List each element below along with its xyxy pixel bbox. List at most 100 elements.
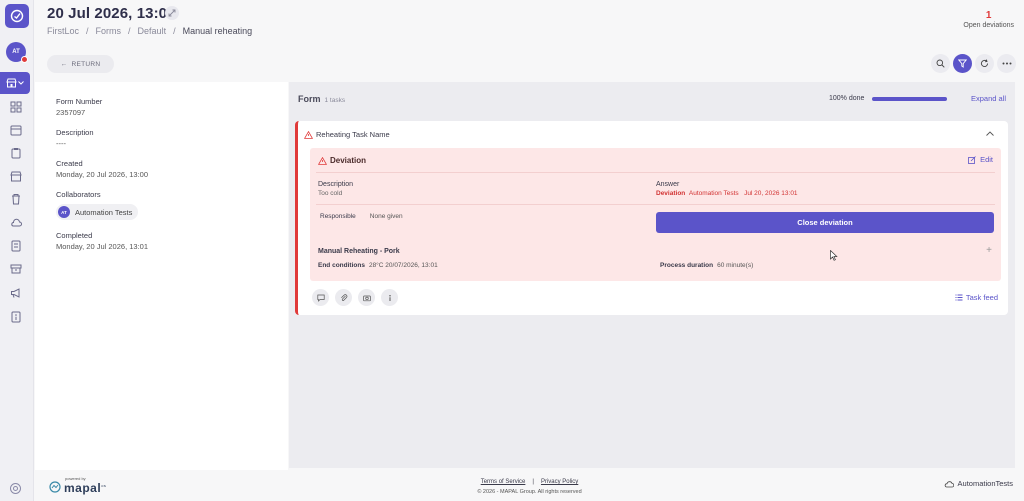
camera-icon bbox=[362, 295, 371, 301]
collaborator-chip[interactable]: AT Automation Tests bbox=[56, 204, 139, 220]
breadcrumb-item[interactable]: FirstLoc bbox=[47, 26, 79, 36]
open-deviations-counter[interactable]: 1 Open deviations bbox=[963, 10, 1014, 29]
close-deviation-button[interactable]: Close deviation bbox=[656, 212, 994, 233]
expand-icon[interactable] bbox=[165, 6, 179, 20]
form-header: Form 1 tasks bbox=[298, 94, 345, 104]
open-deviations-label: Open deviations bbox=[963, 22, 1014, 29]
store-icon[interactable] bbox=[9, 169, 23, 183]
report-icon[interactable] bbox=[9, 239, 23, 253]
form-title: Form bbox=[298, 94, 321, 104]
privacy-link[interactable]: Privacy Policy bbox=[541, 479, 578, 485]
copyright: © 2026 - MAPAL Group. All rights reserve… bbox=[477, 489, 582, 495]
dashboard-icon[interactable] bbox=[9, 100, 23, 114]
process-duration: Process duration 60 minute(s) bbox=[660, 262, 753, 269]
task-card: Reheating Task Name Deviation Edit Descr… bbox=[295, 121, 1008, 315]
edit-deviation-button[interactable]: Edit bbox=[968, 155, 993, 164]
sidebar: AT bbox=[0, 0, 34, 501]
store-icon bbox=[6, 78, 17, 88]
divider bbox=[316, 204, 995, 205]
collaborator-name: Automation Tests bbox=[75, 207, 133, 217]
info-button[interactable] bbox=[381, 289, 398, 306]
deviation-header: Deviation bbox=[318, 156, 366, 165]
breadcrumb-item[interactable]: Forms bbox=[96, 26, 122, 36]
footer-separator: | bbox=[532, 479, 534, 485]
return-button[interactable]: ← RETURN bbox=[47, 55, 114, 73]
refresh-icon bbox=[980, 59, 989, 67]
warning-icon bbox=[304, 130, 313, 139]
calendar-icon[interactable] bbox=[9, 123, 23, 137]
footer: powered by mapalos Terms of Service | Priv… bbox=[35, 470, 1024, 501]
ellipsis-icon bbox=[1002, 62, 1011, 65]
search-button[interactable] bbox=[931, 54, 950, 73]
form-area: Form 1 tasks 100% done Expand all Reheati… bbox=[289, 82, 1015, 468]
user-avatar[interactable]: AT bbox=[6, 42, 28, 63]
settings-icon[interactable] bbox=[9, 482, 22, 495]
camera-button[interactable] bbox=[358, 289, 375, 306]
archive-icon[interactable] bbox=[9, 262, 23, 276]
description-value: ---- bbox=[56, 139, 66, 148]
answer-user: Automation Tests bbox=[688, 190, 739, 197]
footer-links: Terms of Service | Privacy Policy bbox=[35, 479, 1024, 485]
progress-bar bbox=[872, 96, 948, 101]
comment-icon bbox=[316, 294, 325, 302]
location-selector-button[interactable] bbox=[0, 72, 30, 94]
breadcrumb-item[interactable]: Default bbox=[138, 26, 167, 36]
divider bbox=[316, 172, 995, 173]
progress-label: 100% done bbox=[829, 95, 865, 102]
info-icon bbox=[388, 294, 391, 301]
clipboard-icon[interactable] bbox=[9, 146, 23, 160]
trash-icon[interactable] bbox=[9, 192, 23, 206]
app-logo-icon[interactable] bbox=[5, 4, 29, 28]
created-label: Created bbox=[56, 159, 83, 168]
deviation-panel: Deviation Edit Description Too cold Answ… bbox=[310, 148, 1001, 281]
collaborators-label: Collaborators bbox=[56, 190, 101, 199]
progress-indicator: 100% done bbox=[829, 95, 948, 102]
end-conditions-label: End conditions bbox=[318, 262, 365, 269]
more-options-button[interactable] bbox=[997, 54, 1016, 73]
task-header[interactable]: Reheating Task Name bbox=[304, 130, 390, 139]
created-value: Monday, 20 Jul 2026, 13:00 bbox=[56, 170, 149, 179]
process-duration-value: 60 minute(s) bbox=[717, 262, 754, 269]
expand-all-link[interactable]: Expand all bbox=[971, 94, 1006, 103]
task-feed-label: Task feed bbox=[965, 293, 998, 302]
search-icon bbox=[936, 59, 945, 68]
collaborator-avatar: AT bbox=[58, 206, 70, 218]
deviation-title: Deviation bbox=[330, 156, 367, 165]
list-icon bbox=[955, 294, 963, 301]
form-number-label: Form Number bbox=[56, 97, 103, 106]
plus-icon[interactable]: + bbox=[986, 245, 992, 256]
mouse-cursor-icon bbox=[830, 249, 838, 263]
comment-button[interactable] bbox=[312, 289, 329, 306]
responsible-row: Responsible None given bbox=[320, 213, 403, 220]
attach-button[interactable] bbox=[335, 289, 352, 306]
deviation-answer: Answer Deviation Automation Tests Jul 20… bbox=[656, 181, 798, 197]
task-feed-link[interactable]: Task feed bbox=[955, 293, 998, 302]
terms-link[interactable]: Terms of Service bbox=[481, 479, 526, 485]
description-value: Too cold bbox=[318, 190, 343, 197]
cloud-icon[interactable] bbox=[9, 216, 23, 230]
breadcrumb-separator: / bbox=[173, 26, 176, 36]
form-info-panel: Form Number 2357097 Description ---- Cre… bbox=[35, 82, 288, 470]
avatar-initials: AT bbox=[12, 49, 20, 55]
filter-button[interactable] bbox=[953, 54, 972, 73]
page-title: 20 Jul 2026, 13:00 bbox=[47, 5, 176, 22]
breadcrumb-separator: / bbox=[86, 26, 89, 36]
responsible-value: None given bbox=[369, 213, 403, 220]
refresh-button[interactable] bbox=[975, 54, 994, 73]
subtask-title: Manual Reheating - Pork bbox=[318, 248, 400, 255]
info-book-icon[interactable] bbox=[9, 310, 23, 324]
footer-user[interactable]: AutomationTests bbox=[944, 479, 1013, 488]
return-label: RETURN bbox=[71, 60, 101, 68]
description-label: Description bbox=[56, 128, 94, 137]
breadcrumb: FirstLoc / Forms / Default / Manual reheating bbox=[47, 26, 252, 36]
cloud-user-icon bbox=[944, 481, 954, 488]
completed-value: Monday, 20 Jul 2026, 13:01 bbox=[56, 242, 149, 251]
arrow-left-icon: ← bbox=[60, 60, 68, 68]
answer-value: Deviation Automation Tests Jul 20, 2026 … bbox=[656, 190, 798, 197]
breadcrumb-current: Manual reheating bbox=[182, 26, 253, 36]
chevron-up-icon[interactable] bbox=[986, 129, 994, 138]
megaphone-icon[interactable] bbox=[9, 286, 23, 300]
task-name: Reheating Task Name bbox=[316, 130, 390, 139]
end-conditions-value: 28°C 20/07/2026, 13:01 bbox=[368, 262, 438, 269]
form-number-value: 2357097 bbox=[56, 108, 86, 117]
